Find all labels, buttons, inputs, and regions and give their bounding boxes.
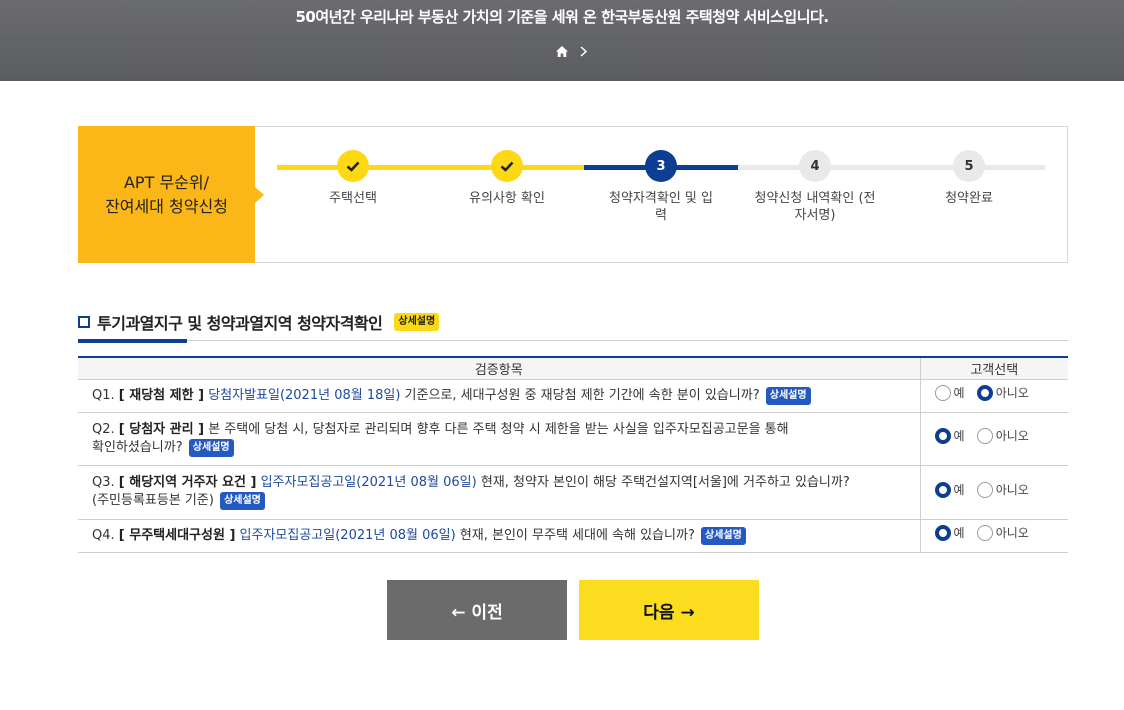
step-3: 3 청약자격확인 및 입력 bbox=[585, 150, 737, 224]
question-text-extra: 확인하셨습니까? bbox=[92, 439, 183, 455]
question-number: Q3. bbox=[92, 475, 115, 490]
question-text: 기준으로, 세대구성원 중 재당첨 제한 기간에 속한 분이 있습니까? bbox=[404, 387, 760, 403]
step-2: 유의사항 확인 bbox=[431, 150, 583, 207]
radio-no[interactable]: 아니오 bbox=[976, 524, 1029, 542]
detail-button[interactable]: 상세설명 bbox=[188, 438, 234, 457]
table-row: Q3. [ 해당지역 거주자 요건 ] 입주자모집공고일(2021년 08월 0… bbox=[78, 465, 1068, 520]
step-label: 청약신청 내역확인 (전자서명) bbox=[754, 191, 876, 223]
detail-button[interactable]: 상세설명 bbox=[765, 386, 811, 405]
radio-circle-selected[interactable] bbox=[934, 525, 951, 541]
answer-cell: 예 아니오 bbox=[919, 412, 1068, 466]
radio-circle[interactable] bbox=[976, 481, 993, 498]
header-customer-choice: 고객선택 bbox=[919, 357, 1068, 380]
radio-circle[interactable] bbox=[976, 525, 993, 541]
progress-stepper: APT 무순위/ 잔여세대 청약신청 주택선택 유의사항 확인 3 청약자격확인… bbox=[78, 126, 1068, 263]
section-title: 투기과열지구 및 청약과열지역 청약자격확인 bbox=[97, 314, 383, 333]
detail-button[interactable]: 상세설명 bbox=[220, 492, 265, 510]
step-number: 3 bbox=[645, 150, 677, 182]
stepper-title-line1: APT 무순위/ bbox=[123, 172, 209, 192]
header-check-items: 검증항목 bbox=[78, 357, 920, 380]
next-button[interactable]: 다음 → bbox=[579, 580, 759, 640]
question-topic: [ 당첨자 관리 ] bbox=[118, 421, 205, 437]
radio-circle[interactable] bbox=[976, 428, 993, 444]
question-text-extra: (주민등록표등본 기준) bbox=[92, 493, 214, 508]
step-label: 유의사항 확인 bbox=[469, 191, 545, 206]
banner-text: 50여년간 우리나라 부동산 가치의 기준을 세워 온 한국부동산원 주택청약 … bbox=[295, 8, 829, 26]
home-icon[interactable] bbox=[556, 46, 568, 57]
radio-label: 예 bbox=[953, 386, 965, 400]
section-heading: 투기과열지구 및 청약과열지역 청약자격확인 상세설명 bbox=[78, 310, 440, 334]
step-label: 주택선택 bbox=[329, 191, 377, 206]
table-row: Q4. [ 무주택세대구성원 ] 입주자모집공고일(2021년 08월 06일)… bbox=[78, 519, 1068, 553]
prev-button[interactable]: ← 이전 bbox=[387, 580, 567, 640]
question-number: Q1. bbox=[92, 387, 115, 403]
answer-cell: 예 아니오 bbox=[919, 519, 1068, 553]
radio-no[interactable]: 아니오 bbox=[976, 384, 1029, 402]
question-topic: [ 재당첨 제한 ] bbox=[118, 387, 205, 403]
radio-yes[interactable]: 예 bbox=[934, 481, 965, 499]
question-number: Q2. bbox=[92, 421, 115, 437]
divider-accent bbox=[78, 339, 187, 343]
radio-circle-selected[interactable] bbox=[976, 385, 993, 401]
answer-cell: 예 아니오 bbox=[919, 379, 1068, 413]
detail-button[interactable]: 상세설명 bbox=[700, 526, 746, 545]
radio-circle-selected[interactable] bbox=[934, 481, 951, 498]
radio-yes[interactable]: 예 bbox=[934, 384, 965, 402]
table-row: Q1. [ 재당첨 제한 ] 당첨자발표일(2021년 08월 18일) 기준으… bbox=[78, 379, 1068, 413]
chevron-right-icon bbox=[580, 46, 587, 57]
radio-no[interactable]: 아니오 bbox=[976, 481, 1029, 499]
radio-label: 예 bbox=[953, 526, 965, 540]
question-date-link: 입주자모집공고일(2021년 08월 06일) bbox=[239, 527, 456, 543]
check-icon bbox=[337, 150, 369, 182]
stepper-title: APT 무순위/ 잔여세대 청약신청 bbox=[78, 126, 264, 263]
step-1: 주택선택 bbox=[277, 150, 429, 207]
question-topic: [ 무주택세대구성원 ] bbox=[118, 527, 236, 543]
table-row: Q2. [ 당첨자 관리 ] 본 주택에 당첨 시, 당첨자로 관리되며 향후 … bbox=[78, 412, 1068, 466]
question-number: Q4. bbox=[92, 527, 115, 543]
step-number: 4 bbox=[799, 150, 831, 182]
step-number: 5 bbox=[953, 150, 985, 182]
step-4: 4 청약신청 내역확인 (전자서명) bbox=[739, 150, 891, 224]
radio-label: 아니오 bbox=[995, 526, 1029, 540]
eligibility-table: 검증항목 고객선택 Q1. [ 재당첨 제한 ] 당첨자발표일(2021년 08… bbox=[78, 356, 1068, 553]
question-cell: Q3. [ 해당지역 거주자 요건 ] 입주자모집공고일(2021년 08월 0… bbox=[78, 465, 920, 520]
question-text: 현재, 청약자 본인이 해당 주택건설지역[서울]에 거주하고 있습니까? bbox=[480, 475, 850, 490]
breadcrumb bbox=[556, 46, 587, 57]
radio-label: 예 bbox=[953, 482, 965, 497]
radio-circle[interactable] bbox=[934, 385, 951, 401]
question-text: 현재, 본인이 무주택 세대에 속해 있습니까? bbox=[459, 527, 695, 543]
square-bullet-icon bbox=[78, 316, 90, 328]
question-date-link: 입주자모집공고일(2021년 08월 06일) bbox=[260, 475, 477, 490]
stepper-title-line2: 잔여세대 청약신청 bbox=[105, 196, 228, 216]
table-header: 검증항목 고객선택 bbox=[78, 357, 1068, 380]
question-cell: Q2. [ 당첨자 관리 ] 본 주택에 당첨 시, 당첨자로 관리되며 향후 … bbox=[78, 412, 920, 466]
step-5: 5 청약완료 bbox=[893, 150, 1045, 207]
top-banner: 50여년간 우리나라 부동산 가치의 기준을 세워 온 한국부동산원 주택청약 … bbox=[0, 0, 1124, 81]
radio-no[interactable]: 아니오 bbox=[976, 427, 1029, 445]
divider bbox=[78, 340, 1068, 341]
step-label: 청약완료 bbox=[945, 191, 993, 206]
question-text: 본 주택에 당첨 시, 당첨자로 관리되며 향후 다른 주택 청약 시 제한을 … bbox=[208, 421, 789, 437]
answer-cell: 예 아니오 bbox=[919, 465, 1068, 520]
radio-yes[interactable]: 예 bbox=[934, 427, 965, 445]
radio-label: 아니오 bbox=[995, 386, 1029, 400]
check-icon bbox=[491, 150, 523, 182]
step-list: 주택선택 유의사항 확인 3 청약자격확인 및 입력 4 청약신청 내역확인 (… bbox=[277, 150, 1045, 250]
radio-label: 아니오 bbox=[995, 482, 1029, 497]
question-cell: Q1. [ 재당첨 제한 ] 당첨자발표일(2021년 08월 18일) 기준으… bbox=[78, 379, 920, 413]
radio-circle-selected[interactable] bbox=[934, 428, 951, 444]
detail-button[interactable]: 상세설명 bbox=[394, 313, 440, 331]
question-date-link: 당첨자발표일(2021년 08월 18일) bbox=[208, 387, 401, 403]
question-topic: [ 해당지역 거주자 요건 ] bbox=[118, 475, 257, 490]
radio-yes[interactable]: 예 bbox=[934, 524, 965, 542]
step-label: 청약자격확인 및 입력 bbox=[609, 191, 713, 223]
radio-label: 예 bbox=[953, 429, 965, 443]
radio-label: 아니오 bbox=[995, 429, 1029, 443]
question-cell: Q4. [ 무주택세대구성원 ] 입주자모집공고일(2021년 08월 06일)… bbox=[78, 519, 920, 553]
